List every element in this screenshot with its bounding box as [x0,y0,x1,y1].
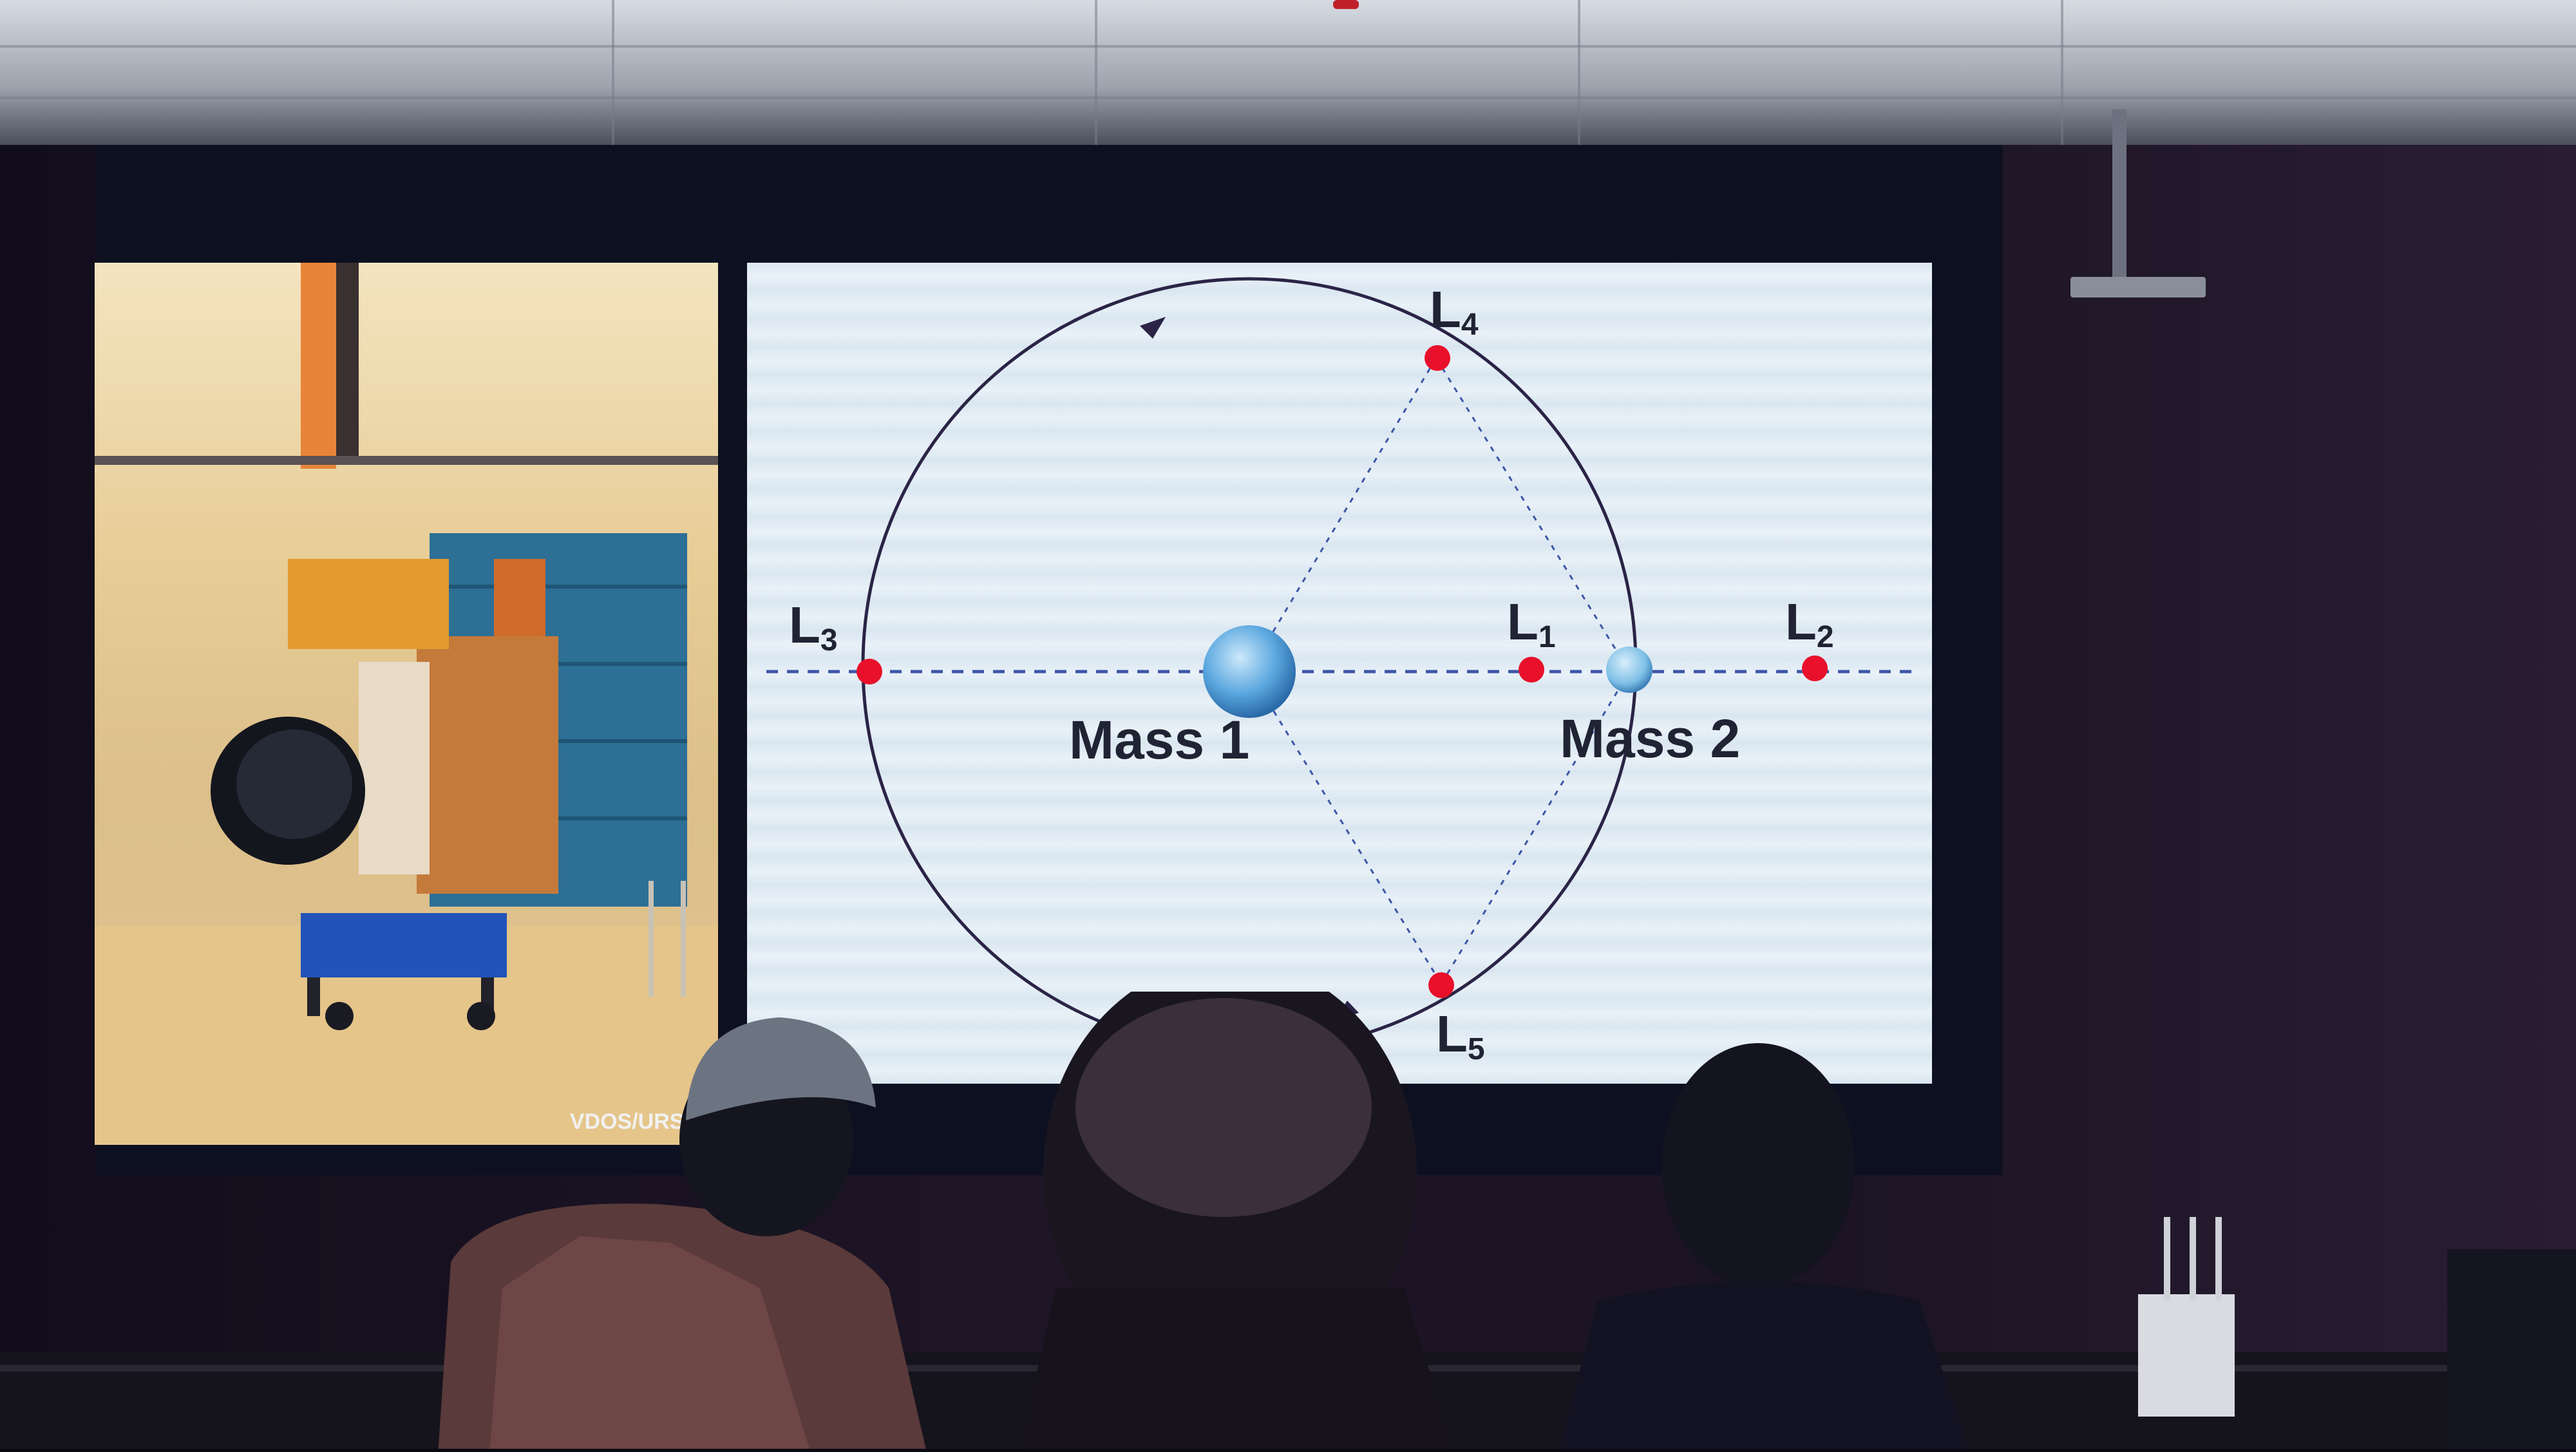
l1-label: L1 [1507,593,1556,654]
mass-2-label: Mass 2 [1560,708,1740,769]
mass-1-label: Mass 1 [1069,710,1249,770]
person-middle [1018,959,1455,1452]
mass-2-body [1606,646,1653,693]
chair [2447,1249,2576,1449]
mass-1-body [1203,625,1296,718]
person-right [1559,1043,1970,1452]
audience [0,959,2576,1452]
ceiling [0,0,2576,145]
l2-point [1802,655,1828,681]
l2-label: L2 [1785,593,1834,654]
projector-mount [2112,109,2126,277]
projector [2070,277,2206,297]
orbit-arrow-top [1140,317,1166,339]
lagrange-diagram-panel: L4 L5 L3 L1 L2 Mass 1 Mass 2 [747,263,1932,1084]
l1-point [1519,657,1544,683]
l3-point [857,659,882,684]
lagrange-diagram: L4 L5 L3 L1 L2 Mass 1 Mass 2 [766,277,1913,1066]
l3-label: L3 [789,596,838,657]
l4-label: L4 [1430,281,1479,342]
l4-point [1425,345,1450,371]
router [2138,1217,2235,1417]
person-left [438,1017,927,1452]
